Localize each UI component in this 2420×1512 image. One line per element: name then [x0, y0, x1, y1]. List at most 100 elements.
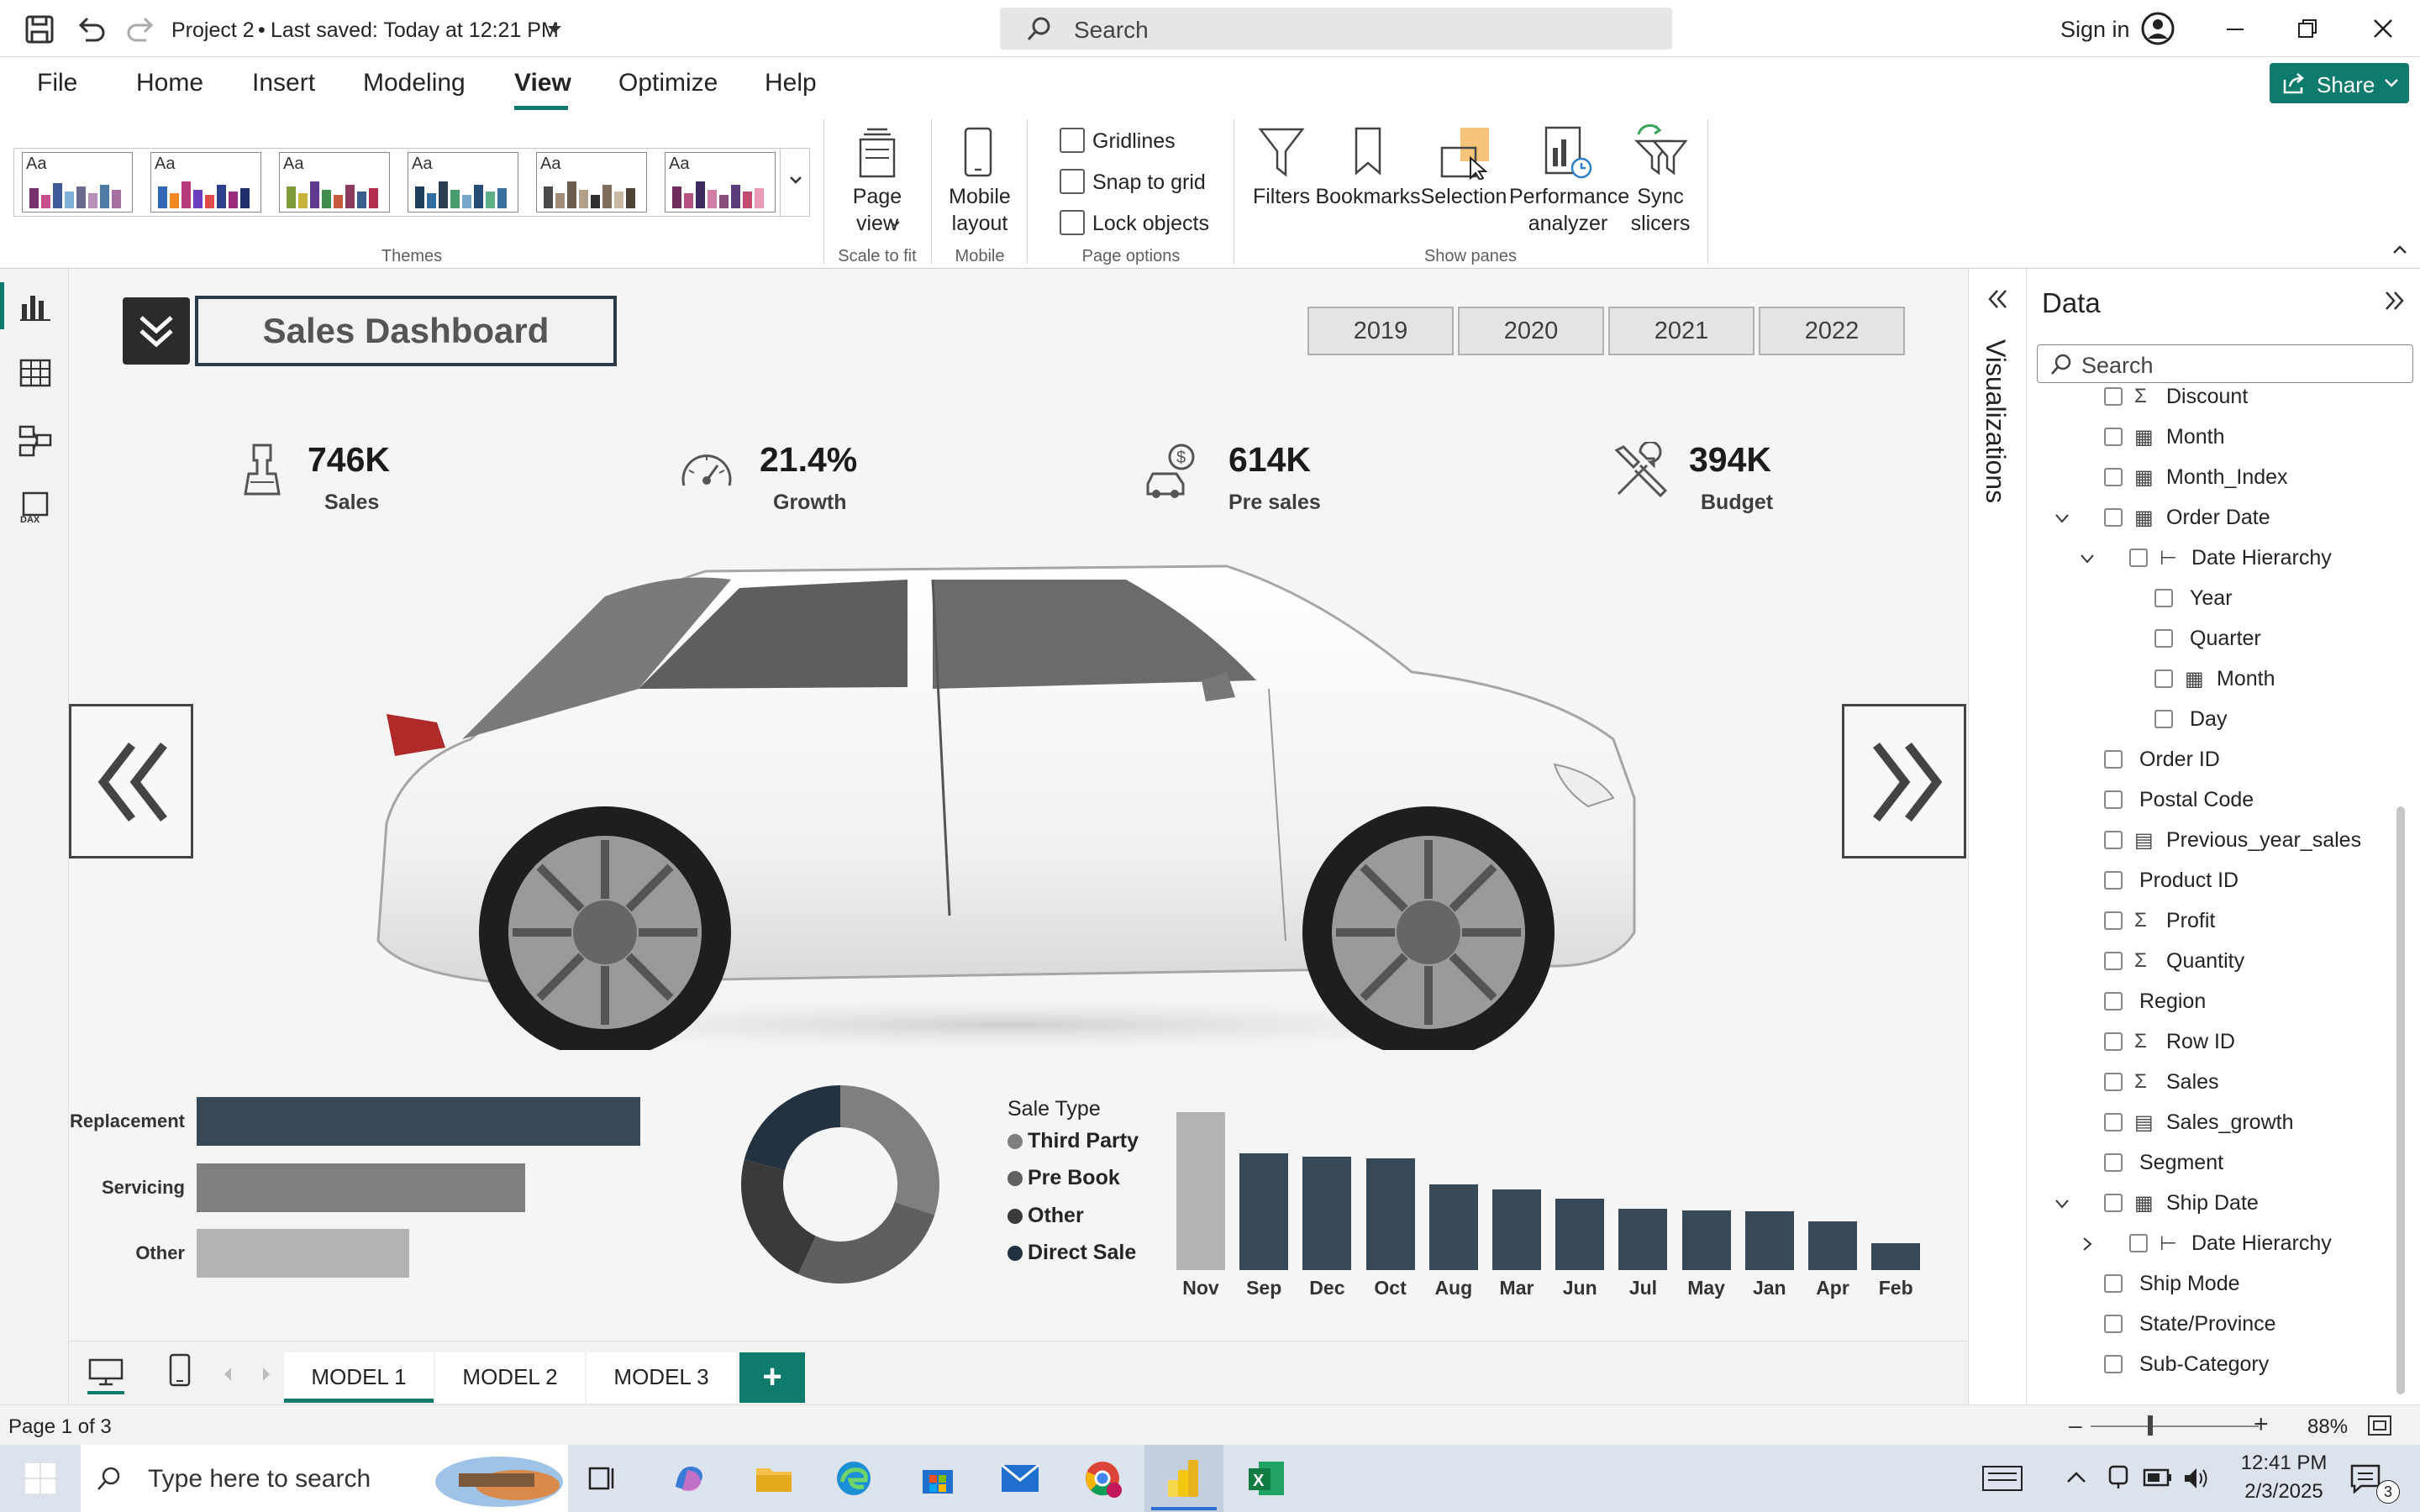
snap-to-grid-checkbox[interactable] — [1060, 169, 1085, 194]
tab-insert[interactable]: Insert — [252, 69, 315, 97]
page-tab-model-2[interactable]: MODEL 2 — [435, 1352, 585, 1403]
volume-icon[interactable] — [2181, 1465, 2212, 1492]
field-checkbox[interactable] — [2104, 790, 2123, 809]
next-model-button[interactable] — [1842, 704, 1966, 858]
column-bar-jan[interactable] — [1744, 1211, 1794, 1270]
column-bar-dec[interactable] — [1302, 1156, 1352, 1270]
chrome-icon[interactable] — [1084, 1460, 1123, 1499]
visualizations-pane-collapsed[interactable]: Visualizations — [1968, 269, 2027, 1404]
tab-home[interactable]: Home — [136, 69, 203, 97]
field-item[interactable]: Postal Code — [2139, 788, 2254, 812]
file-explorer-icon[interactable] — [755, 1462, 793, 1495]
field-checkbox[interactable] — [2104, 1032, 2123, 1051]
field-checkbox[interactable] — [2104, 468, 2123, 486]
donut-chart[interactable] — [739, 1084, 941, 1285]
field-checkbox[interactable] — [2104, 1274, 2123, 1293]
language-icon[interactable] — [1981, 1465, 2023, 1492]
field-checkbox[interactable] — [2104, 1315, 2123, 1333]
field-checkbox[interactable] — [2154, 710, 2173, 728]
sync-slicers-button[interactable]: Sync slicers — [1627, 183, 1694, 237]
page-view-icon[interactable] — [854, 126, 901, 178]
filters-pane-button[interactable]: Filters — [1253, 183, 1310, 210]
column-bar-feb[interactable] — [1871, 1243, 1921, 1270]
bookmarks-pane-button[interactable]: Bookmarks — [1315, 183, 1420, 210]
battery-icon[interactable] — [2143, 1467, 2173, 1488]
theme-swatch[interactable]: Aa — [408, 152, 518, 213]
field-item[interactable]: Sales — [2166, 1070, 2219, 1095]
windows-start-icon[interactable] — [24, 1462, 57, 1495]
donut-slice-pre-book[interactable] — [797, 1202, 935, 1284]
restore-icon[interactable] — [2296, 17, 2319, 40]
mobile-layout-icon[interactable] — [963, 126, 993, 178]
sign-in-link[interactable]: Sign in — [2060, 17, 2130, 43]
column-bar-apr[interactable] — [1808, 1221, 1857, 1270]
field-checkbox[interactable] — [2154, 629, 2173, 648]
field-item[interactable]: Previous_year_sales — [2166, 828, 2361, 853]
field-checkbox[interactable] — [2104, 952, 2123, 970]
collapse-ribbon-icon[interactable] — [2391, 244, 2408, 255]
field-item[interactable]: Day — [2190, 707, 2227, 732]
zoom-in-button[interactable]: + — [2254, 1410, 2269, 1439]
field-item[interactable]: Region — [2139, 990, 2206, 1014]
bookmark-icon[interactable] — [1353, 126, 1383, 178]
gridlines-checkbox[interactable] — [1060, 128, 1085, 153]
close-icon[interactable] — [2371, 17, 2395, 40]
field-checkbox[interactable] — [2104, 911, 2123, 930]
clock-time[interactable]: 12:41 PM — [2235, 1452, 2333, 1475]
task-view-icon[interactable] — [587, 1463, 618, 1494]
dax-query-view-icon[interactable]: DAX — [18, 491, 52, 524]
save-icon[interactable] — [25, 15, 54, 44]
collapse-toggle-button[interactable] — [123, 297, 190, 365]
theme-swatch[interactable]: Aa — [22, 152, 133, 213]
scroll-left-icon[interactable] — [222, 1366, 234, 1383]
field-item[interactable]: Sales_growth — [2166, 1110, 2293, 1135]
expand-visualizations-icon[interactable] — [1986, 287, 2009, 311]
field-checkbox[interactable] — [2104, 508, 2123, 527]
column-bar-oct[interactable] — [1365, 1158, 1415, 1270]
field-item[interactable]: Year — [2190, 586, 2233, 611]
field-item[interactable]: Month — [2217, 667, 2275, 691]
field-item[interactable]: Ship Date — [2166, 1191, 2259, 1215]
legend-item-other[interactable]: Other — [1007, 1204, 1084, 1228]
collapse-data-pane-icon[interactable] — [2383, 289, 2407, 312]
page-tab-model-3[interactable]: MODEL 3 — [587, 1352, 736, 1403]
filter-icon[interactable] — [1257, 126, 1306, 178]
field-item[interactable]: Date Hierarchy — [2191, 1231, 2332, 1256]
legend-item-direct-sale[interactable]: Direct Sale — [1007, 1241, 1136, 1265]
project-name[interactable]: Project 2 — [171, 18, 255, 43]
column-bar-may[interactable] — [1681, 1210, 1731, 1270]
theme-swatch[interactable]: Aa — [665, 152, 776, 213]
excel-icon[interactable]: X — [1247, 1460, 1286, 1497]
year-slicer-2020[interactable]: 2020 — [1458, 307, 1604, 355]
performance-analyzer-button[interactable]: Performance analyzer — [1509, 183, 1629, 237]
copilot-icon[interactable] — [671, 1462, 708, 1495]
microsoft-store-icon[interactable] — [919, 1460, 956, 1497]
mail-icon[interactable] — [1000, 1463, 1040, 1494]
field-item[interactable]: Month — [2166, 425, 2224, 449]
minimize-icon[interactable] — [2223, 18, 2247, 39]
field-checkbox[interactable] — [2104, 992, 2123, 1011]
tab-help[interactable]: Help — [765, 69, 817, 97]
field-item[interactable]: Date Hierarchy — [2191, 546, 2332, 570]
field-item[interactable]: Profit — [2166, 909, 2215, 933]
hbar-servicing[interactable] — [197, 1163, 525, 1212]
model-view-icon[interactable] — [18, 423, 52, 457]
field-checkbox[interactable] — [2154, 669, 2173, 688]
field-item[interactable]: State/Province — [2139, 1312, 2276, 1336]
column-bar-jun[interactable] — [1555, 1199, 1605, 1270]
donut-slice-other[interactable] — [741, 1159, 817, 1274]
field-item[interactable]: Segment — [2139, 1151, 2223, 1175]
donut-slice-third-party[interactable] — [840, 1085, 939, 1215]
field-item[interactable]: Quarter — [2190, 627, 2261, 651]
field-checkbox[interactable] — [2104, 871, 2123, 890]
mobile-layout-button[interactable]: Mobile layout — [942, 183, 1018, 237]
data-search-input[interactable]: Search — [2037, 344, 2413, 383]
tab-view[interactable]: View — [514, 69, 571, 97]
field-item[interactable]: Discount — [2166, 385, 2248, 409]
chevron-down-icon[interactable] — [2054, 510, 2070, 527]
redo-icon[interactable] — [126, 15, 156, 44]
phone-view-icon[interactable] — [168, 1352, 192, 1388]
field-item[interactable]: Order ID — [2139, 748, 2220, 772]
field-checkbox[interactable] — [2104, 1355, 2123, 1373]
themes-expand-button[interactable] — [780, 148, 810, 217]
